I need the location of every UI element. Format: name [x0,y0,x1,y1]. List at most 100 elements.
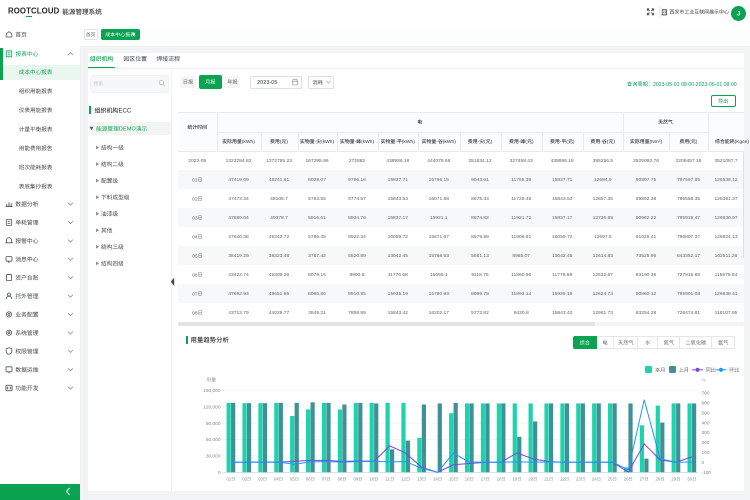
svg-text:): ) [532,139,534,145]
svg-text:795919.47: 795919.47 [677,215,700,221]
svg-text:16059.72: 16059.72 [388,234,409,240]
svg-text:0: 0 [218,470,221,476]
svg-text:6029.07: 6029.07 [308,177,326,183]
svg-text:14: 14 [433,476,438,481]
svg-text:5820.89: 5820.89 [348,253,366,259]
svg-text:8922.34: 8922.34 [348,234,366,240]
svg-text:11893.14: 11893.14 [511,291,531,297]
svg-text:15843.42: 15843.42 [388,310,409,316]
svg-text:38323.48: 38323.48 [269,253,290,259]
svg-text:49378.7: 49378.7 [270,215,288,221]
svg-text:11755.39: 11755.39 [511,177,531,183]
svg-text:30,000: 30,000 [206,454,221,460]
svg-text:45309.26: 45309.26 [269,272,290,278]
svg-text:787567.85: 787567.85 [677,177,700,183]
svg-text:438986.18: 438986.18 [386,158,409,164]
svg-text:15843.53: 15843.53 [552,196,573,202]
svg-text:126838.41: 126838.41 [714,291,737,297]
svg-text:126930.97: 126930.97 [714,215,737,221]
svg-text:DEMO: DEMO [119,127,137,133]
svg-text:27: 27 [640,476,645,481]
svg-text:15780.93: 15780.93 [429,291,450,297]
svg-text:60,000: 60,000 [206,437,221,443]
svg-text:3521087.7: 3521087.7 [714,158,737,164]
svg-text:03: 03 [192,215,198,221]
svg-text:100: 100 [702,450,710,456]
svg-text:3787.42: 3787.42 [308,253,326,259]
svg-text:): ) [573,139,575,145]
svg-text:6065.86: 6065.86 [308,291,326,297]
svg-text:29: 29 [671,476,676,481]
svg-text:11921.72: 11921.72 [511,215,531,221]
svg-text:15935.19: 15935.19 [552,291,573,297]
svg-text:7858.89: 7858.89 [348,310,366,316]
svg-text:09: 09 [354,476,359,481]
svg-text:795901.08: 795901.08 [677,291,700,297]
svg-text:06: 06 [306,476,311,481]
svg-text:(kWh): (kWh) [321,139,334,145]
svg-text:03: 03 [258,476,263,481]
svg-text:01: 01 [226,476,231,481]
svg-text:83190.36: 83190.36 [636,272,657,278]
svg-text:90,000: 90,000 [206,421,221,427]
svg-text:24: 24 [592,476,597,481]
svg-text:12614.83: 12614.83 [593,253,614,259]
svg-text:47419.09: 47419.09 [228,177,249,183]
svg-text:12961.73: 12961.73 [593,310,614,316]
svg-text:-: - [600,140,602,145]
svg-text:120,000: 120,000 [203,404,221,410]
svg-text:2023-05: 2023-05 [188,158,206,164]
svg-text:49343.72: 49343.72 [269,234,290,240]
svg-text:05: 05 [192,253,198,259]
svg-text:11860.96: 11860.96 [511,272,531,278]
svg-text:06: 06 [192,272,198,278]
svg-text:12684.9: 12684.9 [594,177,612,183]
svg-text:04: 04 [192,234,198,240]
svg-text:(kWh): (kWh) [402,139,415,145]
svg-text:11: 11 [385,476,390,481]
svg-text:8679.89: 8679.89 [471,234,489,240]
svg-text:400: 400 [702,420,710,426]
svg-text:8874.82: 8874.82 [471,215,489,221]
svg-text:11776.68: 11776.68 [552,272,572,278]
svg-text:11729.48: 11729.48 [511,196,531,202]
svg-text:21: 21 [544,476,549,481]
svg-text:23: 23 [576,476,581,481]
svg-text:13: 13 [417,476,422,481]
svg-text:47640.38: 47640.38 [228,234,249,240]
svg-text:125538.12: 125538.12 [714,177,737,183]
svg-text:12624.73: 12624.73 [593,291,614,297]
svg-text:2525093.76: 2525093.76 [633,158,659,164]
svg-text:(Nm³): (Nm³) [650,139,663,145]
svg-text:15871.67: 15871.67 [429,234,450,240]
svg-text:(kWh): (kWh) [242,139,255,145]
svg-text:9043.61: 9043.61 [471,177,489,183]
svg-text:2023-05-01 08:00-2023-06-01 08: 2023-05-01 08:00-2023-06-01 08:00 [653,82,737,88]
svg-text:ROOTCLOUD: ROOTCLOUD [8,7,60,16]
svg-text:-100: -100 [702,470,712,476]
svg-text:43422.74: 43422.74 [228,272,249,278]
svg-text:15837.17: 15837.17 [552,215,573,221]
svg-text:-: - [519,140,521,145]
svg-text:47692.93: 47692.93 [228,291,249,297]
svg-text:83254.28: 83254.28 [636,310,657,316]
svg-text:07: 07 [322,476,327,481]
svg-text:(: ( [689,139,691,145]
svg-text:5783.55: 5783.55 [308,196,326,202]
svg-text:48241.61: 48241.61 [269,177,290,183]
svg-text:(Kgce): (Kgce) [735,139,750,145]
svg-text:43713.79: 43713.79 [228,310,249,316]
svg-text:272882: 272882 [349,158,366,164]
svg-text:643352.17: 643352.17 [677,253,700,259]
svg-text:355256.5: 355256.5 [593,158,614,164]
svg-text:(: ( [525,139,527,145]
svg-text:15756.15: 15756.15 [429,177,450,183]
svg-text:118107.95: 118107.95 [715,310,738,316]
svg-text:90807.75: 90807.75 [636,177,657,183]
svg-text:15843.53: 15843.53 [388,196,409,202]
svg-text:19: 19 [513,476,518,481]
svg-text:600: 600 [702,400,710,406]
svg-text:05: 05 [290,476,295,481]
svg-text:): ) [491,139,493,145]
svg-text:(: ( [280,139,282,145]
